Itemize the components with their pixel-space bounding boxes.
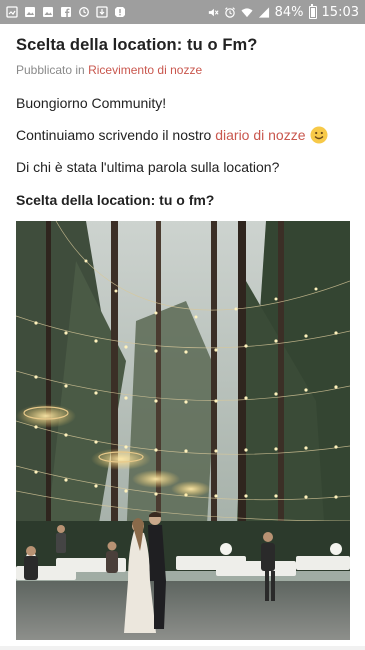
wifi-icon [241, 6, 253, 18]
battery-percent: 84% [274, 4, 304, 20]
battery-icon [308, 3, 317, 19]
post-content: Scelta della location: tu o Fm? Pubblica… [16, 34, 351, 208]
signal-icon [258, 6, 270, 18]
image-icon [24, 6, 36, 18]
continue-text: Continuiamo scrivendo il nostro [16, 127, 212, 143]
status-bar: 84% 15:03 [0, 0, 365, 24]
post-meta: Pubblicato in Ricevimento di nozze [16, 62, 351, 78]
continue-paragraph: Continuiamo scrivendo il nostro diario d… [16, 126, 328, 144]
wedding-photo[interactable] [16, 221, 350, 640]
bottom-divider [0, 646, 365, 650]
sync-icon [78, 6, 90, 18]
clock: 15:03 [321, 4, 359, 20]
category-link[interactable]: Ricevimento di nozze [88, 63, 202, 77]
alarm-icon [224, 6, 236, 18]
mute-icon [207, 6, 219, 18]
question-text: Di chi è stata l'ultima parola sulla loc… [16, 159, 280, 175]
download-icon [96, 6, 108, 18]
alert-icon [114, 6, 126, 18]
forest-reception-illustration [16, 221, 350, 640]
post-title: Scelta della location: tu o Fm? [16, 36, 258, 54]
image-icon [42, 6, 54, 18]
gallery-icon [6, 6, 18, 18]
diary-link[interactable]: diario di nozze [215, 126, 305, 144]
smiley-icon [310, 126, 328, 144]
published-prefix: Pubblicato in [16, 63, 85, 77]
post-subheading: Scelta della location: tu o fm? [16, 192, 215, 208]
system-tray: 84% 15:03 [207, 3, 359, 20]
facebook-icon [60, 6, 72, 18]
greeting-text: Buongiorno Community! [16, 95, 167, 111]
notification-icons [6, 6, 126, 18]
